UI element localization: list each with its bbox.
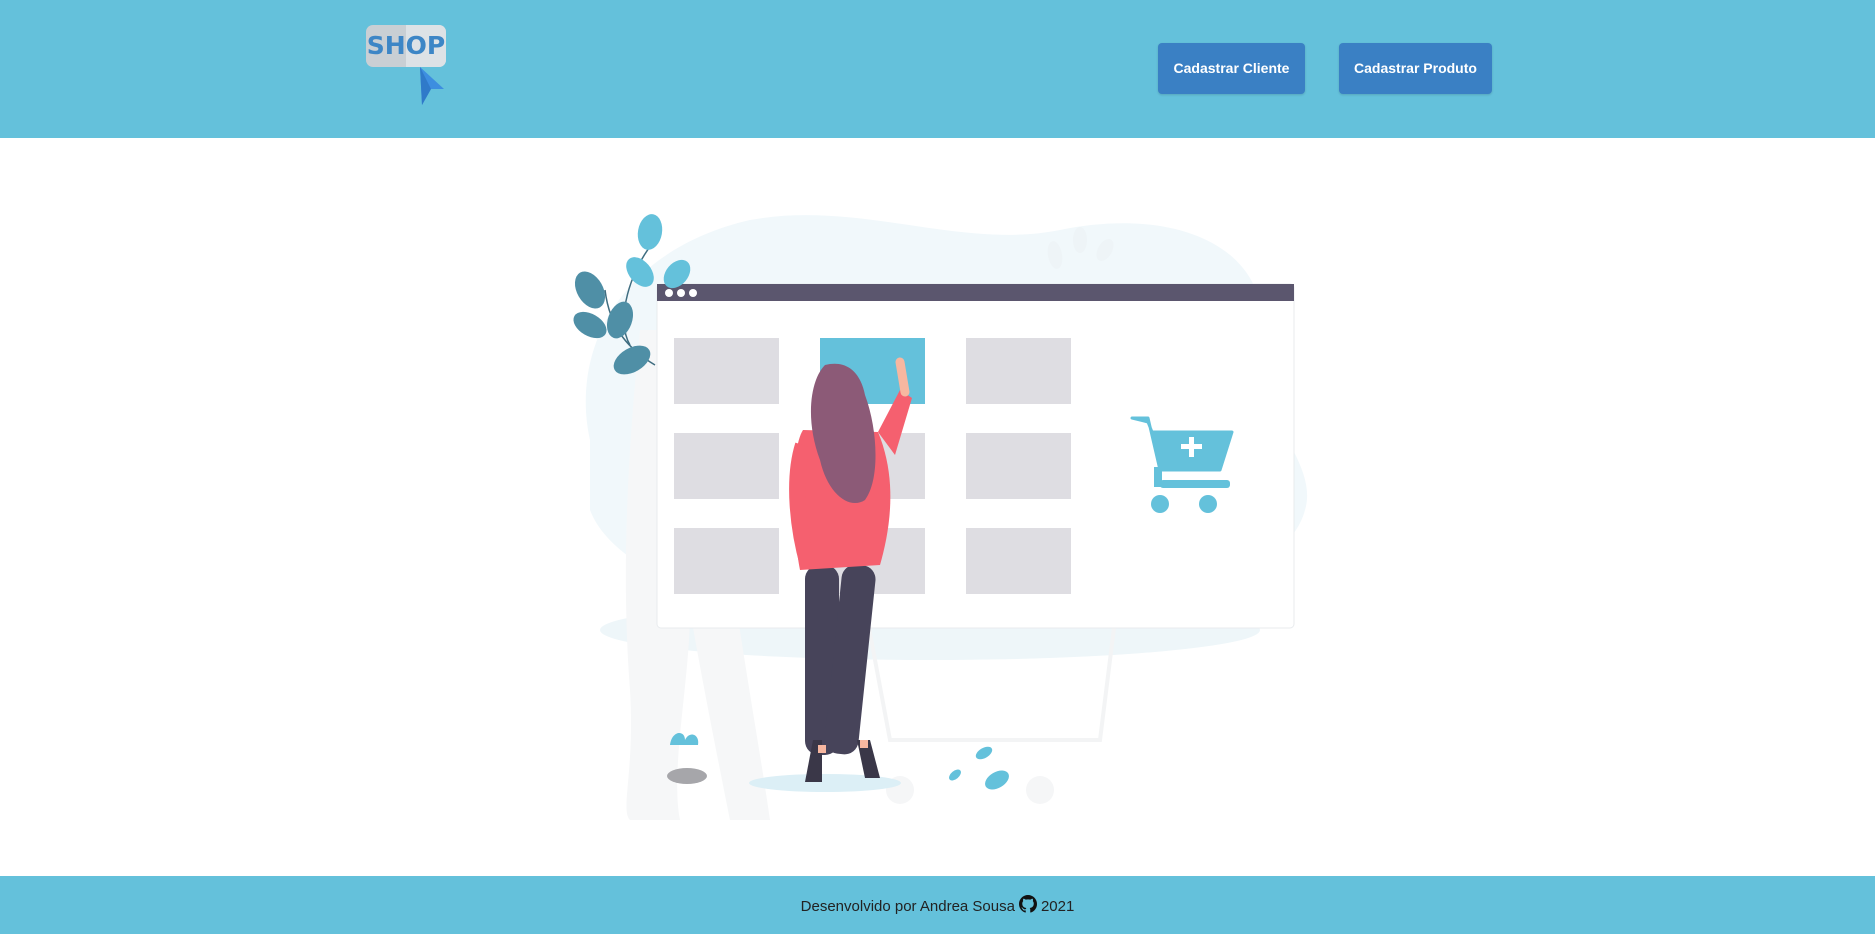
github-icon[interactable] bbox=[1018, 895, 1037, 917]
shop-logo[interactable]: SHOP bbox=[366, 25, 448, 109]
cadastrar-produto-button[interactable]: Cadastrar Produto bbox=[1339, 43, 1492, 94]
footer-credit: Desenvolvido por Andrea Sousa 2021 bbox=[0, 876, 1875, 934]
cursor-icon bbox=[420, 67, 444, 105]
footer-author-text: Desenvolvido por Andrea Sousa bbox=[800, 897, 1015, 915]
cadastrar-cliente-button[interactable]: Cadastrar Cliente bbox=[1158, 43, 1305, 94]
shopping-illustration bbox=[573, 214, 1308, 820]
logo-badge: SHOP bbox=[366, 25, 446, 67]
footer-year: 2021 bbox=[1040, 897, 1075, 915]
footer-bar: Desenvolvido por Andrea Sousa 2021 bbox=[0, 876, 1875, 934]
header-bar: SHOP Cadastrar Cliente Cadastrar Produto bbox=[0, 0, 1875, 138]
logo-text: SHOP bbox=[366, 31, 446, 60]
